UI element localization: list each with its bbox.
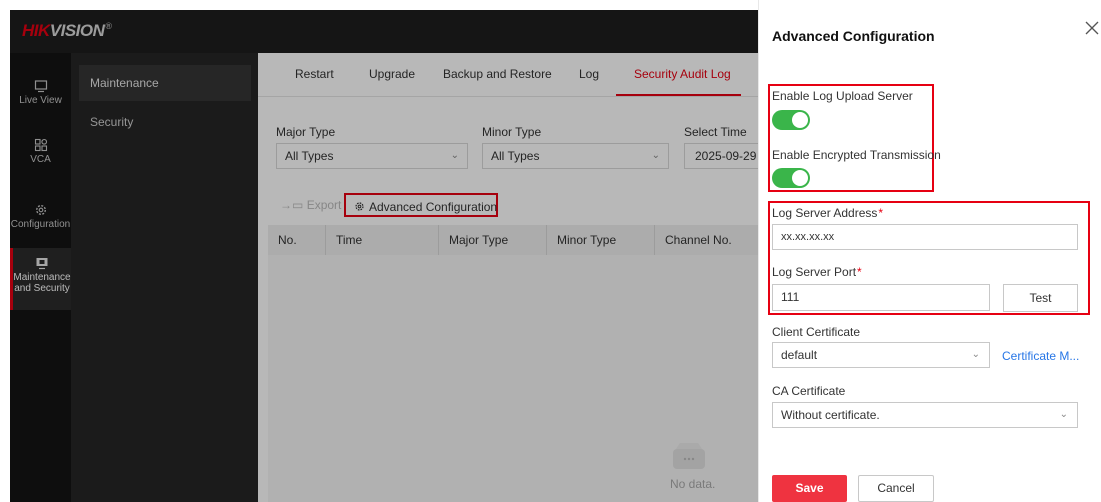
main-nav: Live View VCA Configuration Maintenance … <box>10 53 71 502</box>
server-address-value: xx.xx.xx.xx <box>781 231 835 243</box>
nav-label-live-view: Live View <box>19 95 62 106</box>
ca-certificate-select[interactable]: Without certificate. ⌄ <box>772 402 1078 428</box>
tab-log[interactable]: Log <box>579 67 599 81</box>
monitor-icon <box>34 80 47 93</box>
nav-item-vca[interactable]: VCA <box>10 138 71 190</box>
enable-encrypted-label: Enable Encrypted Transmission <box>772 148 941 162</box>
tab-upgrade[interactable]: Upgrade <box>369 67 415 81</box>
chevron-down-icon: ⌄ <box>450 150 459 161</box>
export-button[interactable]: →▭ Export <box>280 193 341 217</box>
minor-type-select[interactable]: All Types ⌄ <box>482 143 669 169</box>
close-icon[interactable] <box>1084 20 1100 36</box>
toggle-knob <box>792 170 808 186</box>
server-address-label: Log Server Address* <box>772 206 883 220</box>
chevron-down-icon: ⌄ <box>971 349 980 360</box>
column-header-major-type: Major Type <box>438 225 508 255</box>
column-header-no: No. <box>278 233 297 247</box>
client-certificate-value: default <box>781 348 818 362</box>
column-header-channel-no: Channel No. <box>654 225 732 255</box>
submenu-item-security[interactable]: Security <box>79 104 251 140</box>
ca-certificate-value: Without certificate. <box>781 408 880 422</box>
advanced-configuration-label: Advanced Configuration <box>369 200 498 214</box>
client-certificate-select[interactable]: default ⌄ <box>772 342 990 368</box>
major-type-label: Major Type <box>276 125 336 139</box>
advanced-configuration-panel: Advanced Configuration Enable Log Upload… <box>758 0 1101 502</box>
tab-bar: Restart Upgrade Backup and Restore Log S… <box>258 53 758 97</box>
enable-log-upload-toggle[interactable] <box>772 110 810 130</box>
toggle-knob <box>792 112 808 128</box>
client-certificate-label: Client Certificate <box>772 325 861 339</box>
required-asterisk: * <box>878 206 884 220</box>
select-time-label: Select Time <box>684 125 747 139</box>
tab-security-audit-log[interactable]: Security Audit Log <box>634 67 731 81</box>
server-address-input[interactable]: xx.xx.xx.xx <box>772 224 1078 250</box>
chevron-down-icon: ⌄ <box>1059 409 1068 420</box>
gear-icon <box>35 204 46 216</box>
table-header: No. Time Major Type Minor Type Channel N… <box>268 225 758 255</box>
column-header-time: Time <box>325 225 362 255</box>
ca-certificate-label: CA Certificate <box>772 384 846 398</box>
registered-mark: ® <box>105 21 112 32</box>
server-port-value: 111 <box>781 290 800 304</box>
export-label: Export <box>306 198 342 212</box>
nav-item-live-view[interactable]: Live View <box>10 79 71 131</box>
server-address-label-text: Log Server Address <box>772 206 878 220</box>
submenu-item-maintenance[interactable]: Maintenance <box>79 65 251 101</box>
enable-encrypted-toggle[interactable] <box>772 168 810 188</box>
server-port-label: Log Server Port* <box>772 265 862 279</box>
logo-secondary-text: VISION <box>49 21 105 40</box>
server-port-input[interactable]: 111 <box>772 284 990 311</box>
tab-backup-restore[interactable]: Backup and Restore <box>443 67 552 81</box>
save-button[interactable]: Save <box>772 475 847 502</box>
required-asterisk: * <box>857 265 862 279</box>
main-content: Restart Upgrade Backup and Restore Log S… <box>258 53 758 502</box>
select-time-value: 2025-09-29 <box>695 149 757 163</box>
server-port-label-text: Log Server Port <box>772 265 857 279</box>
major-type-value: All Types <box>285 149 334 163</box>
nav-label-and-security: and Security <box>14 283 70 294</box>
minor-type-value: All Types <box>491 149 540 163</box>
vca-grid-icon <box>34 138 47 152</box>
secondary-menu: Maintenance Security <box>71 53 258 502</box>
top-bar: HIKVISION® <box>10 10 758 53</box>
cancel-button[interactable]: Cancel <box>858 475 934 502</box>
nav-item-maintenance-security[interactable]: Maintenance and Security <box>10 248 71 310</box>
panel-title: Advanced Configuration <box>772 28 935 44</box>
logo-primary-text: HIK <box>22 21 50 40</box>
minor-type-label: Minor Type <box>482 125 542 139</box>
advanced-configuration-button[interactable]: Advanced Configuration <box>344 193 498 217</box>
certificate-management-link[interactable]: Certificate M... <box>1002 349 1079 363</box>
nav-label-configuration: Configuration <box>10 219 71 230</box>
hikvision-logo: HIKVISION® <box>22 21 112 41</box>
enable-log-upload-label: Enable Log Upload Server <box>772 89 913 103</box>
maintenance-icon <box>36 258 48 270</box>
chevron-down-icon: ⌄ <box>651 150 660 161</box>
nav-label-vca: VCA <box>30 154 51 165</box>
app-window: HIKVISION® Live View VCA Configuration M… <box>0 0 1101 502</box>
nav-label-maintenance: Maintenance <box>13 272 71 283</box>
no-data-text: No data. <box>670 477 716 491</box>
column-header-minor-type: Minor Type <box>546 225 616 255</box>
empty-box-icon <box>673 443 705 469</box>
major-type-select[interactable]: All Types ⌄ <box>276 143 468 169</box>
select-time-input[interactable]: 2025-09-29 <box>684 143 758 169</box>
test-button[interactable]: Test <box>1003 284 1078 312</box>
active-tab-indicator <box>616 94 741 96</box>
tab-restart[interactable]: Restart <box>295 67 334 81</box>
export-icon: →▭ <box>280 198 304 212</box>
gear-icon <box>355 202 364 211</box>
